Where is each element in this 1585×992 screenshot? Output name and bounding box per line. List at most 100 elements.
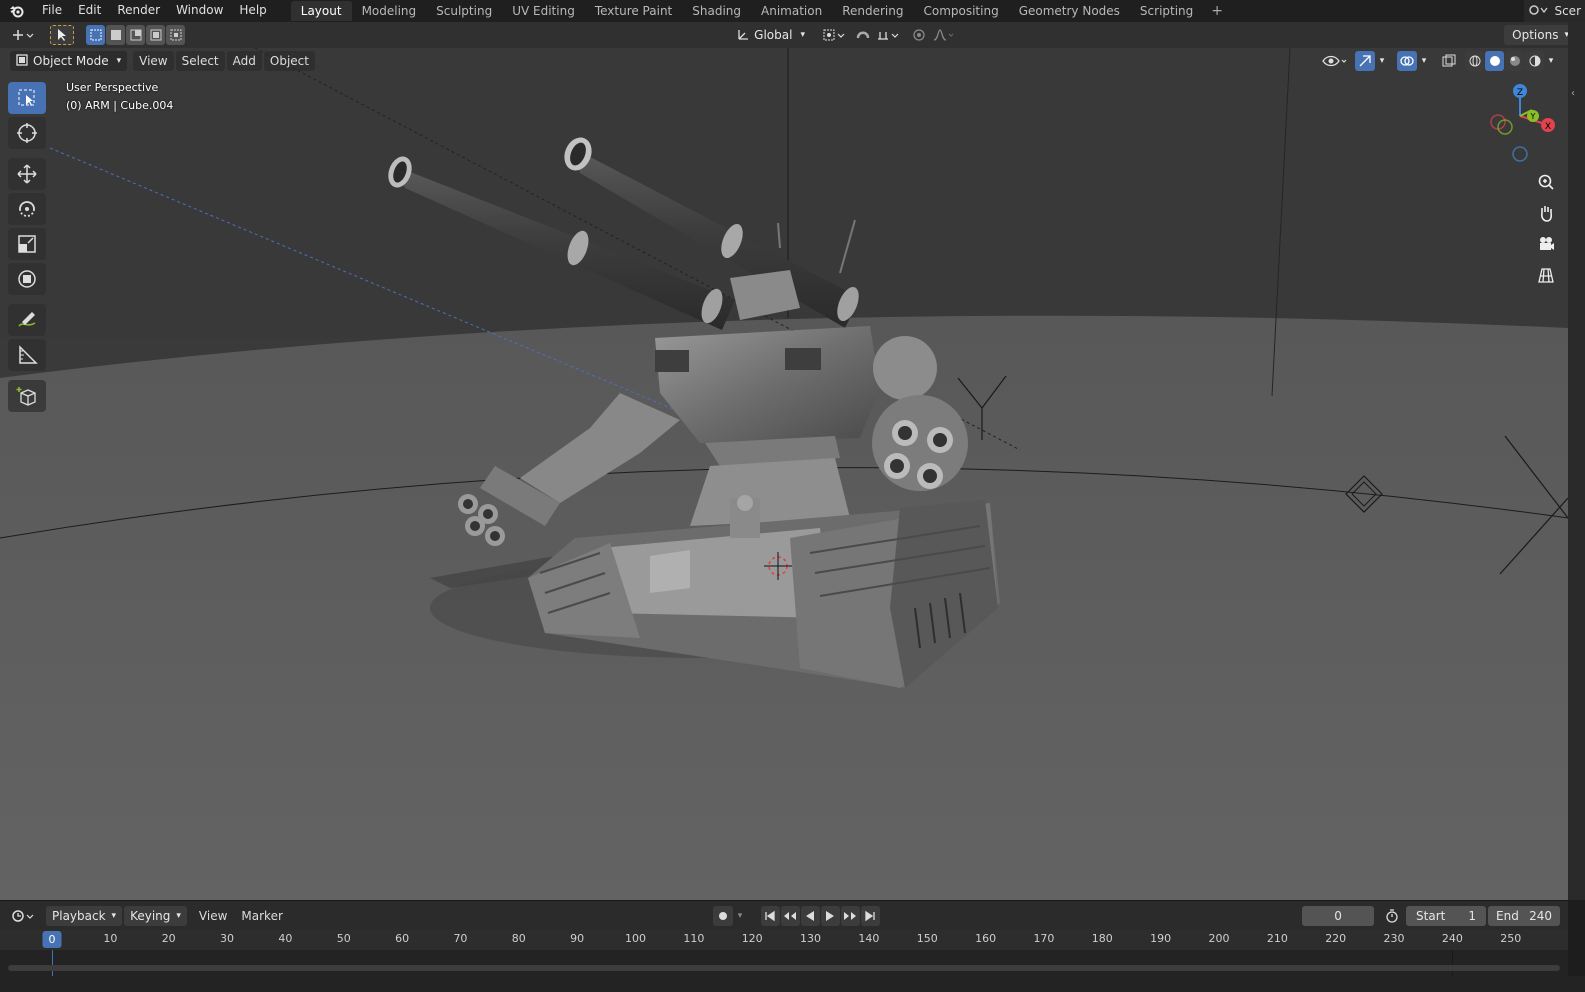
editor-type-button[interactable] xyxy=(8,25,38,45)
menu-help[interactable]: Help xyxy=(231,0,274,22)
scene-icon xyxy=(1528,3,1550,20)
play-reverse-icon[interactable] xyxy=(800,905,820,926)
plus-icon[interactable]: + xyxy=(1203,3,1231,19)
wireframe-shading-icon[interactable] xyxy=(1465,51,1484,71)
snap-toggle[interactable] xyxy=(853,25,873,45)
options-label: Options xyxy=(1512,28,1559,42)
rendered-shading-icon[interactable] xyxy=(1525,51,1544,71)
prev-keyframe-icon[interactable] xyxy=(780,905,800,926)
next-keyframe-icon[interactable] xyxy=(840,905,860,926)
zoom-icon[interactable] xyxy=(1532,168,1560,196)
tab-geometry-nodes[interactable]: Geometry Nodes xyxy=(1009,1,1130,21)
mode-label: Object Mode xyxy=(33,54,109,68)
tab-texture-paint[interactable]: Texture Paint xyxy=(585,1,682,21)
ruler-tick-label: 230 xyxy=(1383,932,1405,945)
select-new-icon[interactable] xyxy=(86,25,105,45)
overlay-toggle[interactable] xyxy=(1397,51,1417,71)
active-tool-button[interactable] xyxy=(50,25,74,45)
menu-window[interactable]: Window xyxy=(168,0,231,22)
annotate-icon[interactable] xyxy=(8,304,46,336)
shading-dropdown[interactable]: ▾ xyxy=(1544,51,1558,71)
playback-menu[interactable]: Playback ▾ xyxy=(46,905,123,926)
jump-end-icon[interactable] xyxy=(860,905,880,926)
cursor-icon[interactable] xyxy=(8,117,46,149)
viewport-menu-view[interactable]: View xyxy=(133,51,174,71)
ruler-tick-label: 200 xyxy=(1208,932,1230,945)
gizmo-toggle[interactable] xyxy=(1355,51,1375,71)
chevron-left-icon: ‹ xyxy=(1571,88,1575,99)
select-intersect-icon[interactable] xyxy=(166,25,185,45)
timeline-area[interactable]: 0 10 20 30 40 50 60 70 80 90 100 110 120 130 140 150 16… xyxy=(0,930,1568,976)
ruler-tick-label: 80 xyxy=(511,932,526,945)
timeline-editor-type[interactable] xyxy=(8,906,38,926)
menu-file[interactable]: File xyxy=(34,0,70,22)
camera-icon[interactable] xyxy=(1532,230,1560,258)
auto-keying-toggle[interactable] xyxy=(712,905,733,926)
snap-target-dropdown[interactable] xyxy=(873,25,903,45)
falloff-dropdown[interactable] xyxy=(929,25,959,45)
tab-compositing[interactable]: Compositing xyxy=(913,1,1008,21)
solid-shading-icon[interactable] xyxy=(1485,51,1504,71)
tab-animation[interactable]: Animation xyxy=(751,1,832,21)
ruler-tick-label: 70 xyxy=(453,932,468,945)
ruler-tick-label: 30 xyxy=(220,932,235,945)
viewport-menu-select[interactable]: Select xyxy=(175,51,225,71)
workspace-tabs: Layout Modeling Sculpting UV Editing Tex… xyxy=(290,0,1231,22)
scene-selector[interactable]: Scer xyxy=(1524,0,1585,22)
pivot-point-dropdown[interactable] xyxy=(819,25,849,45)
gizmo-dropdown[interactable]: ▾ xyxy=(1375,51,1389,71)
tab-uv-editing[interactable]: UV Editing xyxy=(502,1,585,21)
xray-toggle[interactable] xyxy=(1439,51,1459,71)
add-cube-icon[interactable] xyxy=(8,380,46,412)
hand-pan-icon[interactable] xyxy=(1532,199,1560,227)
select-subtract-icon[interactable] xyxy=(126,25,145,45)
ruler-tick-label: 210 xyxy=(1266,932,1288,945)
mode-dropdown[interactable]: Object Mode ▾ xyxy=(10,51,128,71)
current-frame-marker[interactable]: 0 xyxy=(42,931,62,948)
material-shading-icon[interactable] xyxy=(1505,51,1524,71)
chevron-down-icon: ▾ xyxy=(116,56,122,66)
start-frame-field[interactable]: Start 1 xyxy=(1406,905,1487,926)
ruler-tick-label: 120 xyxy=(741,932,763,945)
blender-logo-icon[interactable] xyxy=(0,0,34,22)
sidebar-toggle-strip[interactable]: ‹ xyxy=(1568,22,1585,900)
current-frame-value: 0 xyxy=(1334,908,1342,923)
move-icon[interactable] xyxy=(8,158,46,190)
options-dropdown[interactable]: Options ▾ xyxy=(1504,25,1577,45)
transform-icon[interactable] xyxy=(8,263,46,295)
tab-rendering[interactable]: Rendering xyxy=(832,1,913,21)
transform-orientation-dropdown[interactable]: Global ▾ xyxy=(730,25,811,45)
grid-ortho-icon[interactable] xyxy=(1532,261,1560,289)
stopwatch-icon[interactable] xyxy=(1382,906,1402,926)
tab-sculpting[interactable]: Sculpting xyxy=(426,1,502,21)
select-invert-icon[interactable] xyxy=(146,25,165,45)
menu-edit[interactable]: Edit xyxy=(70,0,109,22)
current-frame-field[interactable]: 0 xyxy=(1302,905,1375,926)
keying-options-dropdown[interactable]: ▾ xyxy=(733,906,747,926)
end-frame-field[interactable]: End 240 xyxy=(1488,905,1561,926)
timeline-menu-view[interactable]: View xyxy=(193,906,233,926)
scale-icon[interactable] xyxy=(8,228,46,260)
viewport-menu-add[interactable]: Add xyxy=(226,51,262,71)
keying-menu[interactable]: Keying ▾ xyxy=(124,905,187,926)
menu-render[interactable]: Render xyxy=(109,0,168,22)
timeline-menu-marker[interactable]: Marker xyxy=(235,906,288,926)
measure-icon[interactable] xyxy=(8,339,46,371)
jump-start-icon[interactable] xyxy=(760,905,780,926)
select-extend-icon[interactable] xyxy=(106,25,125,45)
rotate-icon[interactable] xyxy=(8,193,46,225)
tab-modeling[interactable]: Modeling xyxy=(352,1,427,21)
proportional-edit-toggle[interactable] xyxy=(909,25,929,45)
visibility-dropdown[interactable] xyxy=(1319,51,1351,71)
tab-scripting[interactable]: Scripting xyxy=(1130,1,1203,21)
timeline-scrollbar[interactable] xyxy=(8,965,1560,971)
frame-ruler[interactable]: 0 10 20 30 40 50 60 70 80 90 100 110 120 130 140 150 16… xyxy=(0,930,1568,950)
3d-viewport[interactable]: Z X Y Object Mode ▾ View Select Add Obje… xyxy=(0,48,1568,900)
tab-shading[interactable]: Shading xyxy=(682,1,751,21)
overlay-dropdown[interactable]: ▾ xyxy=(1417,51,1431,71)
play-icon[interactable] xyxy=(820,905,840,926)
viewport-menu-object[interactable]: Object xyxy=(263,51,315,71)
tab-layout[interactable]: Layout xyxy=(290,1,352,21)
ruler-tick-label: 250 xyxy=(1500,932,1522,945)
select-box-icon[interactable] xyxy=(8,82,46,114)
